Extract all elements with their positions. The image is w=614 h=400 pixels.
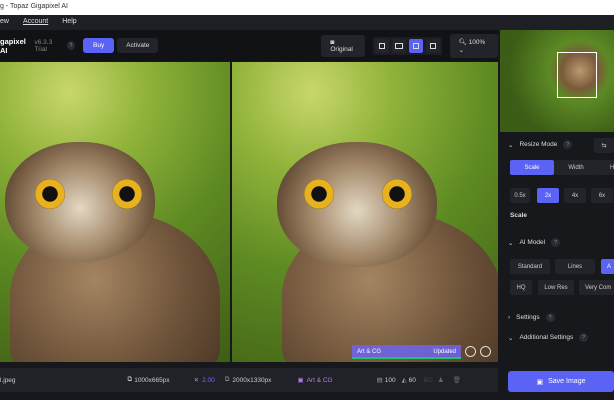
zoom-dropdown[interactable]: 🔍︎ 100% ⌄: [449, 33, 498, 58]
output-size-icon: ⧉: [224, 376, 230, 383]
chevron-down-icon: ⌄: [508, 334, 514, 342]
side-by-side-button[interactable]: [408, 38, 423, 53]
scale-label: Scale: [510, 212, 527, 219]
scale-0.5x[interactable]: 0.5x: [510, 188, 530, 203]
settings-label: Settings: [516, 314, 540, 321]
help-icon[interactable]: ?: [551, 238, 561, 247]
swap-button[interactable]: ⇆: [594, 138, 614, 153]
version: v6.3.3 Trial: [34, 38, 53, 53]
title-bar: g - Topaz Gigapixel AI: [0, 0, 614, 15]
model-standard[interactable]: Standard: [510, 259, 550, 274]
input-size-icon: ⧉: [127, 376, 133, 383]
scale-value: 2.00: [202, 376, 215, 384]
overlay-status: Updated: [433, 349, 456, 355]
model-status-bar: Art & CG Updated: [352, 345, 461, 359]
additional-settings-label: Additional Settings: [519, 334, 574, 341]
menu-account[interactable]: Account: [23, 18, 48, 30]
settings-panel: ⌄ Resize Mode? ⇆ Scale Width H 0.5x 2x 4x…: [498, 30, 614, 400]
ai-model-header[interactable]: ⌄ AI Model?: [498, 238, 561, 247]
scale-6x[interactable]: 6x: [591, 188, 613, 203]
tab-width[interactable]: Width: [554, 160, 598, 175]
single-view-button[interactable]: [374, 38, 389, 53]
model-very-compressed[interactable]: Very Com: [579, 280, 614, 295]
chevron-down-icon: ⌄: [458, 46, 465, 54]
sharpen-icon: ◭: [401, 377, 407, 384]
filename: l.jpeg: [0, 376, 16, 384]
extra-label: BC: [423, 376, 433, 384]
settings-header[interactable]: › Settings?: [498, 313, 555, 322]
help-icon[interactable]: ?: [66, 41, 76, 50]
scale-4x[interactable]: 4x: [564, 188, 586, 203]
buy-button[interactable]: Buy: [83, 38, 115, 53]
tab-scale[interactable]: Scale: [510, 160, 554, 175]
menu-bar: ew Account Help: [0, 15, 614, 30]
output-size: 2000x1330px: [232, 376, 272, 384]
chevron-down-icon: ⌄: [508, 141, 514, 149]
toolbar: gapixel AI v6.3.3 Trial ? Buy Activate ◙…: [0, 30, 498, 61]
help-icon[interactable]: ?: [579, 333, 589, 342]
model-lines[interactable]: Lines: [555, 259, 595, 274]
grid-view-button[interactable]: [425, 38, 440, 53]
thumbs-down-icon[interactable]: [480, 346, 491, 357]
trash-icon[interactable]: 🗑︎: [453, 376, 461, 384]
sharpen-value: 60: [408, 376, 416, 384]
model-name: Art & CG: [306, 376, 333, 384]
view-mode-group: [372, 36, 442, 55]
input-size: 1000x665px: [134, 376, 170, 384]
zoom-icon: 🔍︎: [458, 38, 469, 46]
split-view-button[interactable]: [391, 38, 406, 53]
activate-button[interactable]: Activate: [117, 38, 159, 53]
zoom-value: 100%: [468, 38, 486, 46]
help-icon[interactable]: ?: [545, 313, 555, 322]
original-label: Original: [330, 45, 353, 53]
person-icon[interactable]: ♟: [438, 376, 444, 384]
tab-height[interactable]: H: [598, 160, 614, 175]
scale-2x[interactable]: 2x: [537, 188, 559, 203]
chevron-right-icon: ›: [508, 314, 511, 321]
eye-off-icon: ◙: [330, 38, 335, 46]
status-bar: l.jpeg ⧉ 1000x665px ✕ 2.00 ⧉ 2000x1330px ▣…: [0, 368, 498, 392]
overlay-model: Art & CG: [357, 349, 382, 355]
window-title: g - Topaz Gigapixel AI: [0, 3, 68, 10]
additional-settings-header[interactable]: ⌄ Additional Settings?: [498, 333, 589, 342]
model-hq[interactable]: HQ: [510, 280, 532, 295]
model-art[interactable]: A: [601, 259, 614, 274]
quality-value: 100: [384, 376, 396, 384]
help-icon[interactable]: ?: [563, 140, 573, 149]
viewport-rect[interactable]: [557, 52, 597, 98]
model-low-res[interactable]: Low Res: [538, 280, 574, 295]
menu-help[interactable]: Help: [62, 18, 76, 30]
resize-mode-label: Resize Mode: [519, 141, 558, 148]
save-label: Save Image: [548, 378, 586, 385]
app-name: gapixel AI: [0, 36, 26, 55]
chevron-down-icon: ⌄: [508, 239, 514, 247]
resize-mode-header[interactable]: ⌄ Resize Mode?: [498, 140, 573, 149]
original-button[interactable]: ◙ Original: [321, 34, 365, 57]
scale-icon: ✕: [193, 377, 200, 384]
progress-bar: [352, 357, 461, 359]
preview-image-panel[interactable]: Art & CG Updated: [232, 62, 498, 362]
ai-model-label: AI Model: [519, 239, 546, 246]
save-image-button[interactable]: ▣ Save Image: [508, 371, 614, 392]
menu-view[interactable]: ew: [0, 18, 9, 30]
quality-icon: ▤: [376, 377, 383, 384]
model-icon: ▣: [297, 377, 304, 384]
original-image-panel[interactable]: [0, 62, 230, 362]
navigator-thumbnail[interactable]: [500, 30, 614, 132]
thumbs-up-icon[interactable]: [465, 346, 476, 357]
save-icon: ▣: [536, 378, 544, 386]
